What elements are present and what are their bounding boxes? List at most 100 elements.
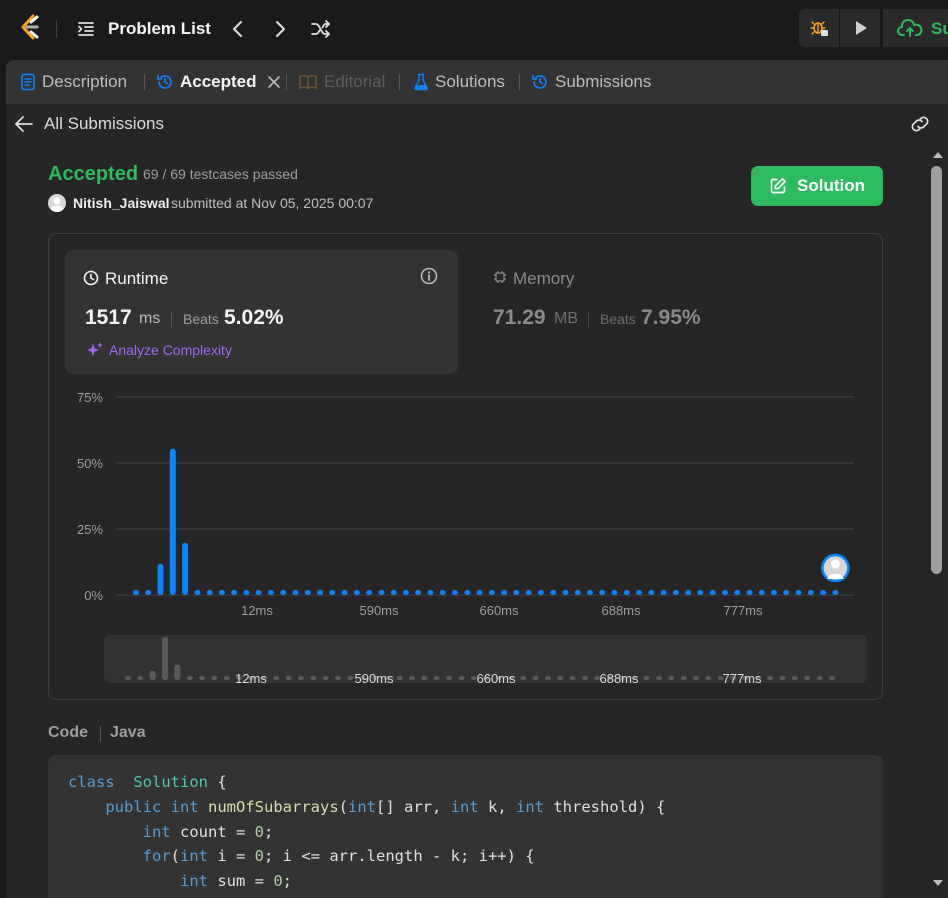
chart-bar xyxy=(525,590,532,595)
chart-bar xyxy=(660,590,667,595)
code-token: sum = xyxy=(207,872,274,891)
runtime-unit: ms xyxy=(139,310,161,327)
navigator-label: 12ms xyxy=(235,671,267,686)
chart-bar xyxy=(623,590,630,595)
memory-title[interactable]: Memory xyxy=(513,269,574,289)
navigator-bar xyxy=(656,676,663,680)
x-tick-label: 777ms xyxy=(723,603,763,618)
navigator-bar xyxy=(199,676,206,680)
tab-solutions[interactable]: Solutions xyxy=(413,60,505,104)
tab-description-label: Description xyxy=(42,72,128,91)
close-icon[interactable] xyxy=(267,75,281,89)
submit-button[interactable]: Su xyxy=(883,9,948,47)
code-line: int sum = 0; xyxy=(68,869,883,894)
shuffle-icon[interactable] xyxy=(309,17,333,41)
problem-list-icon[interactable] xyxy=(76,19,96,39)
leetcode-logo-icon[interactable] xyxy=(18,14,44,42)
chart-bar xyxy=(243,590,250,595)
code-token: 0 xyxy=(273,872,283,891)
navigator-bar xyxy=(693,676,700,680)
scroll-down-icon[interactable] xyxy=(932,878,944,888)
chart-bar xyxy=(341,590,348,595)
navigator-bar xyxy=(322,676,329,680)
tab-submissions[interactable]: Submissions xyxy=(531,60,651,104)
navigator-bar xyxy=(421,676,428,680)
chart-bar xyxy=(685,590,692,595)
divider xyxy=(171,311,172,327)
navigator-bar xyxy=(458,676,465,680)
analyze-complexity-link[interactable]: Analyze Complexity xyxy=(109,342,232,358)
arrow-left-icon[interactable] xyxy=(14,115,34,133)
debug-button[interactable] xyxy=(799,9,839,47)
chart-bar xyxy=(721,590,728,595)
chevron-right-icon[interactable] xyxy=(268,17,292,41)
history-icon xyxy=(532,74,547,89)
tab-editorial[interactable]: Editorial xyxy=(298,60,385,104)
navigator-bar xyxy=(557,676,564,680)
chart-bar xyxy=(672,590,679,595)
run-button[interactable] xyxy=(840,9,880,47)
code-token: [] arr, xyxy=(376,797,451,816)
chevron-left-icon[interactable] xyxy=(226,17,250,41)
chart-bar xyxy=(415,590,422,595)
chart-bar xyxy=(758,590,765,595)
chart-bar xyxy=(586,590,593,595)
problem-list-label[interactable]: Problem List xyxy=(108,19,211,39)
performance-card: 75% 50% 25% 0% 12ms 590ms 660ms 688ms 777ms 12ms 5… xyxy=(48,233,883,700)
top-nav: Problem List Su xyxy=(0,0,948,57)
runtime-summary[interactable]: Runtime 1517 ms Beats 5.02% Analyze Comp… xyxy=(65,250,458,374)
flask-icon xyxy=(414,73,428,91)
chart-bar xyxy=(783,590,790,595)
info-icon[interactable] xyxy=(420,267,438,285)
code-line: public int numOfSubarrays(int[] arr, int… xyxy=(68,795,883,820)
chart-bar xyxy=(145,590,152,595)
chart-bar xyxy=(169,448,176,595)
navigator-bar xyxy=(791,676,798,680)
solution-button[interactable]: Solution xyxy=(751,166,883,206)
scroll-up-icon[interactable] xyxy=(932,150,944,160)
chart-bar xyxy=(550,590,557,595)
code-token: int xyxy=(450,797,479,816)
code-token: count = xyxy=(170,822,255,841)
username[interactable]: Nitish_Jaiswal xyxy=(73,195,170,211)
tab-description[interactable]: Description xyxy=(20,60,127,104)
code-block[interactable]: class Solution { public int numOfSubarra… xyxy=(48,755,883,898)
link-icon[interactable] xyxy=(908,114,932,134)
navigator-bar xyxy=(569,676,576,680)
navigator-bar xyxy=(705,676,712,680)
chart-bar xyxy=(746,590,753,595)
all-submissions-link[interactable]: All Submissions xyxy=(44,114,164,134)
code-token: int xyxy=(170,797,199,816)
code-line: int count = 0; xyxy=(68,820,883,845)
sparkle-icon xyxy=(87,342,103,356)
navigator-bar xyxy=(433,676,440,680)
chart-bar xyxy=(366,590,373,595)
tab-accepted[interactable]: Accepted xyxy=(156,60,281,104)
navigator-bar xyxy=(125,676,131,680)
chart-bar xyxy=(378,590,385,595)
y-tick-label: 50% xyxy=(77,456,103,471)
submit-label: Su xyxy=(931,19,948,38)
chart-bar xyxy=(194,590,201,595)
chip-icon xyxy=(494,271,506,283)
tab-divider xyxy=(286,74,287,90)
code-token: k, xyxy=(478,797,516,816)
navigator-bar xyxy=(347,676,354,680)
submission-detail: Accepted 69 / 69 testcases passed Nitish… xyxy=(6,144,928,898)
chart-bar xyxy=(304,590,311,595)
navigator-bar xyxy=(211,676,218,680)
navigator-bar xyxy=(223,676,230,680)
scrollbar[interactable] xyxy=(928,144,948,898)
tab-accepted-label: Accepted xyxy=(180,72,257,91)
memory-beats-label: Beats xyxy=(600,311,636,327)
play-icon xyxy=(856,21,867,35)
chart-bar xyxy=(206,590,213,595)
code-token: threshold) { xyxy=(544,797,666,816)
submissions-subbar: All Submissions xyxy=(6,104,948,144)
avatar[interactable] xyxy=(48,194,66,212)
code-token: ; xyxy=(282,872,292,891)
code-token: int xyxy=(348,797,377,816)
scroll-thumb[interactable] xyxy=(931,166,942,574)
